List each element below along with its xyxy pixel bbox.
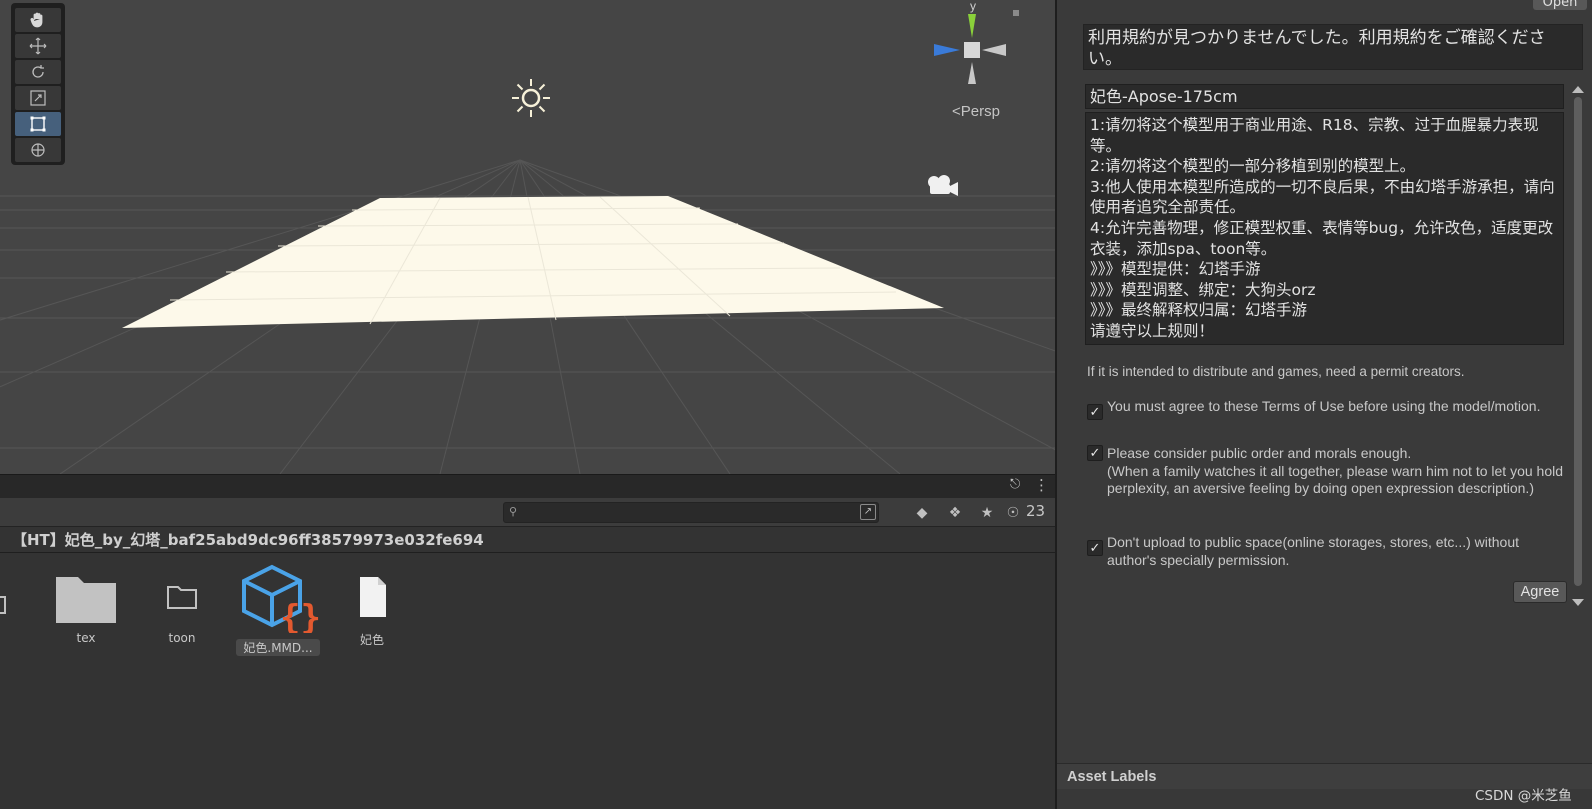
asset-item-mmd[interactable]: {} 妃色.MMD...: [236, 564, 320, 656]
terms-line: 4:允许完善物理，修正模型权重、表情等bug，允许改色，适度更改衣装，添加spa…: [1090, 218, 1554, 258]
terms-notice: 利用規約が見つかりませんでした。利用規約をご確認ください。: [1083, 24, 1583, 70]
scroll-up-icon[interactable]: [1572, 86, 1584, 93]
scroll-thumb[interactable]: [1574, 97, 1582, 586]
agree-terms-checkbox[interactable]: ✓: [1087, 404, 1103, 420]
search-icon: ⚲: [509, 505, 518, 518]
asset-label: 妃色: [359, 633, 384, 647]
transform-tool-button[interactable]: [15, 138, 61, 162]
scale-icon: [30, 90, 46, 106]
agree-terms-row: ✓ You must agree to these Terms of Use b…: [1087, 398, 1572, 420]
checkbox-label: Don't upload to public space(online stor…: [1107, 534, 1520, 568]
file-icon: [360, 577, 386, 617]
checkbox-label: You must agree to these Terms of Use bef…: [1107, 398, 1541, 414]
terms-line: 》》》最终解释权归属：幻塔手游: [1090, 301, 1308, 320]
agree-button[interactable]: Agree: [1513, 581, 1567, 603]
permit-note: If it is intended to distribute and game…: [1087, 364, 1465, 379]
filter-by-type-icon[interactable]: ◆: [912, 503, 932, 523]
rotate-tool-button[interactable]: [15, 60, 61, 84]
scene-grid: [0, 159, 1055, 474]
model-name-field[interactable]: 妃色-Apose-175cm: [1085, 84, 1564, 109]
move-tool-button[interactable]: [15, 34, 61, 58]
terms-text-area[interactable]: 1:请勿将这个模型用于商业用途、R18、宗教、过于血腥暴力表现等。 2:请勿将这…: [1085, 112, 1564, 345]
orientation-gizmo[interactable]: y z: [930, 0, 1030, 95]
hand-tool-button[interactable]: [15, 8, 61, 32]
public-order-checkbox[interactable]: ✓: [1087, 445, 1103, 461]
folder-filled-icon: [56, 577, 116, 623]
hidden-count: 23: [1026, 502, 1046, 520]
scene-view[interactable]: y z <Persp: [0, 0, 1055, 474]
breadcrumb[interactable]: 【HT】妃色_by_幻塔_baf25abd9dc96ff38579973e032…: [0, 527, 1055, 553]
inspector-panel: Open 利用規約が見つかりませんでした。利用規約をご確認ください。 妃色-Ap…: [1055, 0, 1592, 809]
terms-line: 》》》模型调整、绑定：大狗头orz: [1090, 280, 1316, 299]
open-button[interactable]: Open: [1533, 0, 1587, 10]
inspector-scrollbar[interactable]: [1571, 86, 1585, 606]
watermark: CSDN @米芝鱼: [1475, 788, 1572, 804]
directional-light-icon[interactable]: [510, 77, 552, 119]
asset-grid: tex toon {} 妃色.MMD... 妃色: [0, 553, 1055, 809]
asset-label: tex: [76, 631, 96, 645]
projection-label[interactable]: <Persp: [952, 103, 1000, 120]
transform-icon: [31, 143, 45, 157]
more-options-icon[interactable]: ⋮: [1034, 476, 1049, 494]
terms-line: 3:他人使用本模型所造成的一切不良后果，不由幻塔手游承担，请向使用者追究全部责任…: [1090, 177, 1555, 217]
camera-icon[interactable]: [924, 172, 960, 198]
rect-tool-button[interactable]: [15, 112, 61, 136]
hand-icon: [30, 12, 43, 28]
search-expand-icon[interactable]: ↗: [860, 504, 876, 520]
gizmo-y-label: y: [970, 0, 976, 13]
filter-by-label-icon[interactable]: ❖: [945, 503, 965, 523]
svg-text:{}: {}: [280, 598, 320, 633]
asset-item-tex[interactable]: tex: [44, 571, 128, 645]
rect-icon: [30, 116, 46, 132]
scale-tool-button[interactable]: [15, 86, 61, 110]
move-icon: [29, 37, 47, 55]
asset-item-file[interactable]: 妃色: [330, 571, 414, 648]
rotate-icon: [32, 65, 44, 78]
no-upload-checkbox[interactable]: ✓: [1087, 540, 1103, 556]
project-toolbar: ⚲ ↗ ◆ ❖ ★ ☉ 23: [0, 498, 1055, 527]
lock-icon[interactable]: ⎋: [1010, 477, 1020, 492]
asset-label: toon: [168, 631, 196, 645]
terms-line: 2:请勿将这个模型的一部分移植到别的模型上。: [1090, 157, 1416, 176]
terms-line: 请遵守以上规则！: [1090, 321, 1215, 340]
hidden-packages-icon[interactable]: ☉: [1003, 503, 1023, 523]
mmd-asset-icon: {}: [242, 564, 320, 633]
terms-line: 》》》模型提供：幻塔手游: [1090, 260, 1261, 279]
project-panel-header: ⎋ ⋮: [0, 474, 1055, 498]
search-input[interactable]: ⚲ ↗: [503, 502, 879, 523]
partial-asset-icon: [0, 596, 6, 614]
asset-label: 妃色.MMD...: [236, 639, 320, 656]
favorites-star-icon[interactable]: ★: [977, 503, 997, 523]
tools-palette: [11, 3, 65, 165]
asset-item-toon[interactable]: toon: [140, 571, 224, 645]
folder-outline-icon: [167, 586, 197, 609]
public-order-row: ✓ Please consider public order and moral…: [1087, 445, 1572, 498]
no-upload-row: ✓ Don't upload to public space(online st…: [1087, 534, 1572, 569]
scroll-down-icon[interactable]: [1572, 599, 1584, 606]
checkbox-label: Please consider public order and morals …: [1107, 445, 1564, 496]
terms-line: 1:请勿将这个模型用于商业用途、R18、宗教、过于血腥暴力表现等。: [1090, 116, 1539, 155]
